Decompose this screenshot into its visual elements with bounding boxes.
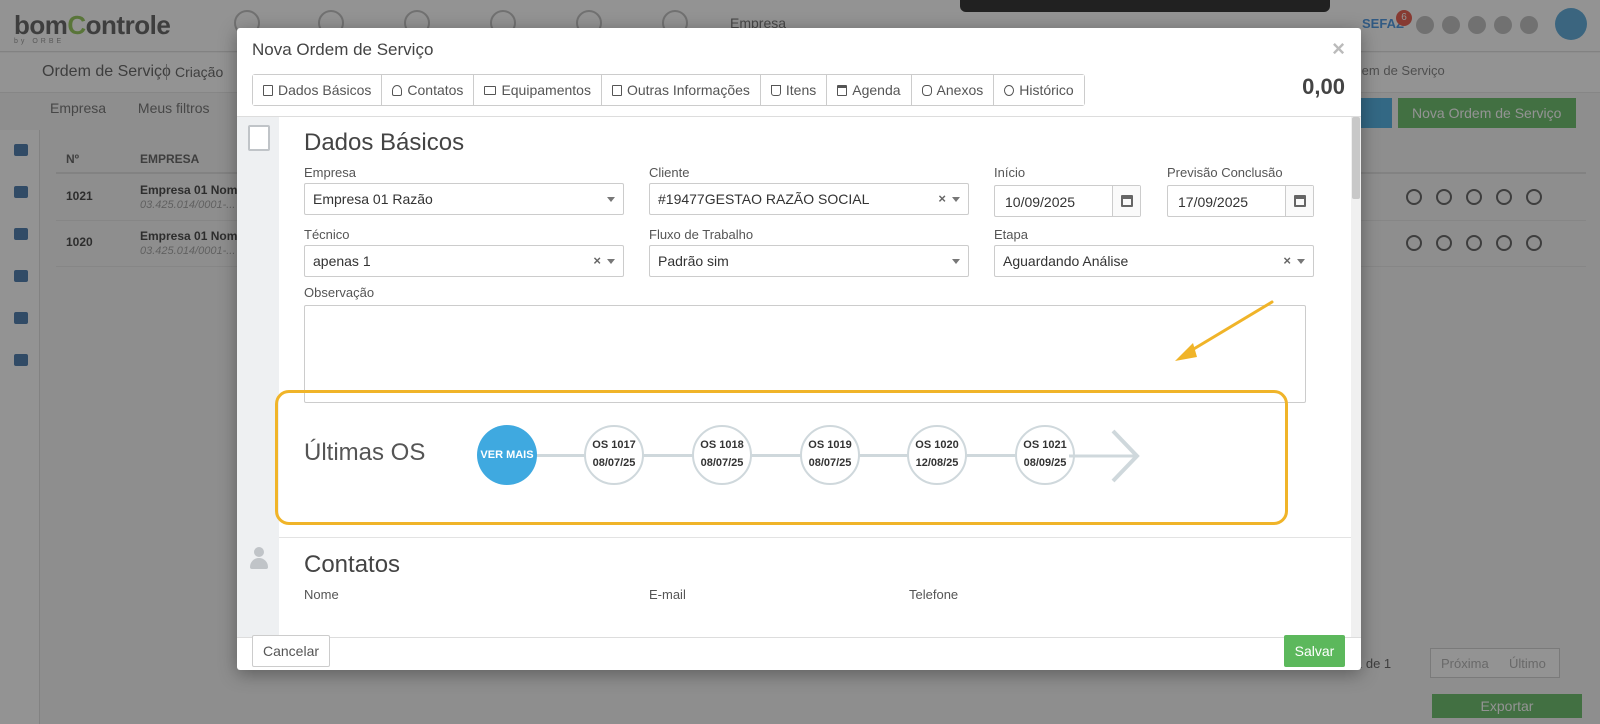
os-date: 08/07/25 [808,457,852,469]
tab-outras-informacoes[interactable]: Outras Informações [601,75,761,105]
os-node[interactable]: OS 1017 08/07/25 [584,425,644,485]
section-divider [279,537,1351,538]
chevron-down-icon [952,259,960,264]
os-date: 08/07/25 [700,457,744,469]
clear-icon[interactable]: × [1283,253,1291,268]
tecnico-select[interactable]: apenas 1 × [304,245,624,277]
os-number: OS 1018 [700,439,744,451]
tab-equipamentos[interactable]: Equipamentos [474,75,602,105]
os-number: OS 1021 [1023,439,1067,451]
os-date: 08/09/25 [1023,457,1067,469]
inicio-label: Início [994,165,1026,180]
tab-contatos[interactable]: Contatos [382,75,475,105]
modal-body: Dados Básicos Empresa Empresa 01 Razão C… [237,116,1361,638]
order-total: 0,00 [1302,74,1345,99]
document-icon [611,84,622,96]
chevron-down-icon [607,197,615,202]
new-order-modal: Nova Ordem de Serviço × 0,00 Dados Básic… [237,28,1361,670]
os-node[interactable]: OS 1021 08/09/25 [1015,425,1075,485]
history-icon [1004,84,1015,96]
tab-itens[interactable]: Itens [760,75,828,105]
calendar-button[interactable] [1285,186,1313,216]
os-number: OS 1019 [808,439,852,451]
empresa-value: Empresa 01 Razão [313,191,433,207]
tab-label: Itens [785,82,817,98]
clear-icon[interactable]: × [938,191,946,206]
section-title-dados: Dados Básicos [304,129,465,156]
scrollbar-thumb[interactable] [1352,117,1360,199]
ultimas-os-title: Últimas OS [304,439,426,466]
os-number: OS 1020 [915,439,959,451]
obs-textarea[interactable] [304,305,1306,403]
file-icon [263,84,273,96]
laptop-icon [484,85,497,95]
fluxo-value: Padrão sim [658,253,729,269]
cliente-select[interactable]: #19477GESTAO RAZÃO SOCIAL × [649,183,969,215]
section-gutter [237,117,279,637]
modal-scrollbar[interactable] [1351,117,1361,637]
tab-label: Equipamentos [501,82,591,98]
user-icon [249,547,269,571]
tab-label: Contatos [407,82,464,98]
modal-title: Nova Ordem de Serviço [252,40,434,59]
telefone-label: Telefone [909,587,959,602]
tecnico-value: apenas 1 [313,253,371,269]
annotation-arrow [1175,300,1274,361]
cliente-value: #19477GESTAO RAZÃO SOCIAL [658,191,870,207]
etapa-value: Aguardando Análise [1003,253,1129,269]
timeline-arrow-icon [1069,429,1140,483]
ver-mais-button[interactable]: VER MAIS [477,425,537,485]
os-node[interactable]: OS 1019 08/07/25 [800,425,860,485]
tab-anexos[interactable]: Anexos [911,75,995,105]
os-number: OS 1017 [592,439,636,451]
inicio-date-field[interactable]: 10/09/2025 [994,185,1141,217]
tab-agenda[interactable]: Agenda [827,75,912,105]
previsao-value: 17/09/2025 [1178,194,1249,210]
os-date: 08/07/25 [592,457,636,469]
calendar-icon [1121,195,1133,207]
etapa-label: Etapa [994,227,1028,242]
section-title-contatos: Contatos [304,551,401,578]
calendar-icon [1294,195,1306,207]
fluxo-label: Fluxo de Trabalho [649,227,754,242]
tecnico-label: Técnico [304,227,350,242]
file-icon [248,125,270,151]
tab-dados-basicos[interactable]: Dados Básicos [253,75,383,105]
chevron-down-icon [607,259,615,264]
os-node[interactable]: OS 1020 12/08/25 [907,425,967,485]
os-node[interactable]: OS 1018 08/07/25 [692,425,752,485]
obs-label: Observação [304,285,375,300]
tab-historico[interactable]: Histórico [994,75,1084,105]
nome-label: Nome [304,587,339,602]
chevron-down-icon [952,197,960,202]
tab-label: Histórico [1019,82,1074,98]
tab-label: Dados Básicos [278,82,372,98]
empresa-label: Empresa [304,165,357,180]
tab-label: Agenda [852,82,901,98]
cart-icon [770,84,781,96]
cancel-button[interactable]: Cancelar [252,635,330,667]
calendar-icon [837,84,848,96]
clear-icon[interactable]: × [593,253,601,268]
attachment-icon [921,84,932,96]
close-icon[interactable]: × [1332,36,1345,62]
empresa-select[interactable]: Empresa 01 Razão [304,183,624,215]
save-button[interactable]: Salvar [1284,635,1345,667]
chevron-down-icon [1297,259,1305,264]
tab-label: Anexos [936,82,984,98]
modal-tabs: Dados Básicos Contatos Equipamentos Outr… [252,74,1085,106]
modal-footer: Cancelar Salvar [237,635,1361,670]
previsao-label: Previsão Conclusão [1167,165,1283,180]
cliente-label: Cliente [649,165,690,180]
calendar-button[interactable] [1112,186,1140,216]
email-label: E-mail [649,587,686,602]
user-icon [392,84,403,96]
tab-label: Outras Informações [626,82,750,98]
etapa-select[interactable]: Aguardando Análise × [994,245,1314,277]
previsao-date-field[interactable]: 17/09/2025 [1167,185,1314,217]
fluxo-select[interactable]: Padrão sim [649,245,969,277]
inicio-value: 10/09/2025 [1005,194,1076,210]
os-date: 12/08/25 [915,457,959,469]
